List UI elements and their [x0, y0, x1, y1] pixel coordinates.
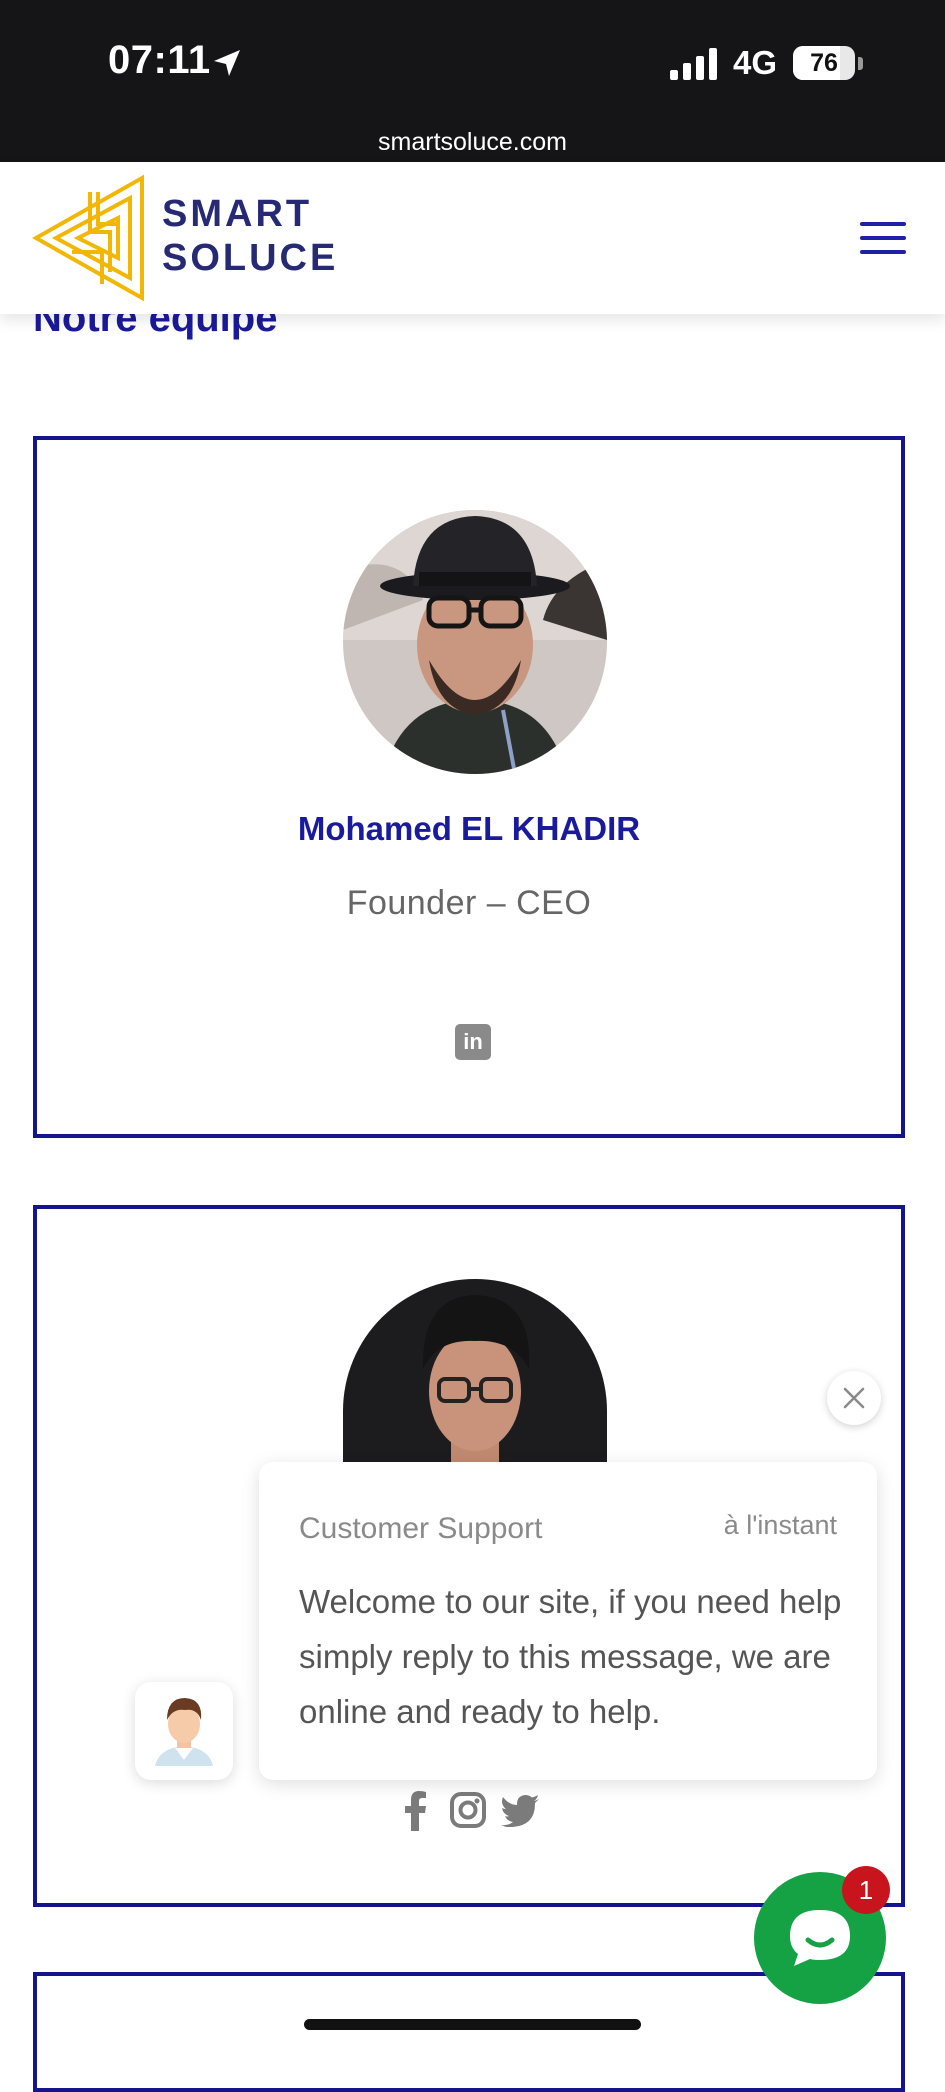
network-type: 4G: [733, 44, 778, 81]
logo-line-2: SOLUCE: [162, 237, 339, 279]
avatar: [343, 1279, 607, 1469]
chat-sender: Customer Support: [299, 1512, 543, 1545]
battery-icon: 76: [793, 46, 855, 80]
chat-close-button[interactable]: [827, 1371, 881, 1425]
social-links: [403, 1787, 583, 1837]
browser-url[interactable]: smartsoluce.com: [0, 128, 945, 157]
smart-soluce-logo-icon[interactable]: [32, 172, 154, 304]
chat-message-text: Welcome to our site, if you need help si…: [299, 1583, 842, 1730]
status-bar: 07:11 4G 76 smartsoluce.com: [0, 0, 945, 162]
team-member-card: [33, 1972, 905, 2092]
logo-wordmark[interactable]: SMART SOLUCE: [162, 192, 338, 280]
twitter-icon[interactable]: [501, 1795, 539, 1827]
linkedin-icon[interactable]: in: [455, 1024, 491, 1060]
avatar: [343, 510, 607, 774]
logo-line-1: SMART: [162, 193, 313, 235]
cellular-signal-icon: [670, 48, 717, 80]
chat-timestamp: à l'instant: [723, 1510, 837, 1540]
unread-badge: 1: [842, 1866, 890, 1914]
location-arrow-icon: [214, 50, 240, 76]
facebook-icon[interactable]: [403, 1791, 427, 1831]
instagram-icon[interactable]: [449, 1791, 487, 1829]
hamburger-menu-icon[interactable]: [860, 220, 906, 256]
chat-icon: [790, 1910, 850, 1966]
site-header: SMART SOLUCE: [0, 162, 945, 314]
status-time: 07:11: [108, 38, 211, 82]
home-indicator[interactable]: [304, 2019, 641, 2030]
member-name: Mohamed EL KHADIR: [297, 810, 641, 847]
team-member-card: Mohamed EL KHADIR Founder – CEO in: [33, 436, 905, 1138]
battery-percent: 76: [810, 49, 838, 77]
member-role: Founder – CEO: [346, 884, 592, 922]
close-icon: [843, 1387, 865, 1409]
chat-message-bubble[interactable]: Customer Support à l'instant Welcome to …: [259, 1462, 877, 1780]
support-agent-avatar: [135, 1682, 233, 1780]
